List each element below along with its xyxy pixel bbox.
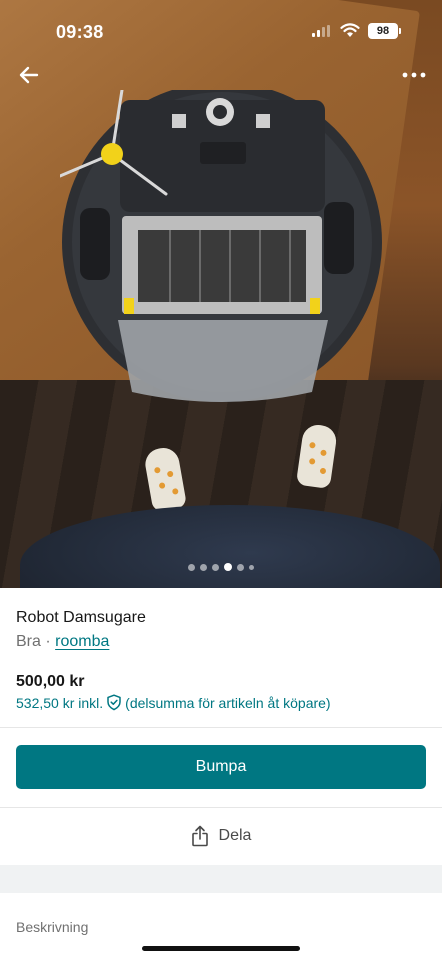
shield-check-icon	[107, 694, 121, 711]
pagination-dot[interactable]	[249, 564, 254, 570]
robot-vacuum-image	[60, 90, 382, 402]
home-indicator[interactable]	[142, 946, 300, 951]
item-condition: Bra	[16, 633, 41, 650]
item-title: Robot Damsugare	[16, 609, 146, 626]
divider	[0, 727, 442, 728]
share-icon	[191, 825, 208, 847]
more-horizontal-icon[interactable]	[400, 66, 428, 84]
item-brand-link[interactable]: roomba	[55, 633, 109, 650]
bump-button[interactable]: Bumpa	[16, 745, 426, 789]
arrow-left-icon[interactable]	[16, 62, 42, 88]
price-incl-note: (delsumma för artikeln åt köpare)	[125, 694, 331, 711]
battery-indicator: 98	[368, 23, 401, 39]
buyer-protection-price[interactable]: 532,50 kr inkl. (delsumma för artikeln å…	[16, 694, 331, 711]
status-bar: 09:38 98	[0, 0, 442, 56]
pagination-dot[interactable]	[188, 563, 195, 571]
photo-pagination	[0, 563, 442, 571]
item-subtitle: Bra · roomba	[16, 633, 109, 651]
item-price: 500,00 kr	[16, 673, 85, 690]
wifi-icon	[340, 23, 360, 37]
divider	[0, 807, 442, 808]
share-label: Dela	[218, 827, 252, 844]
section-separator	[0, 865, 442, 893]
share-button[interactable]: Dela	[0, 824, 442, 848]
subtitle-separator: ·	[40, 633, 56, 650]
pagination-dot-active[interactable]	[224, 563, 232, 571]
pagination-dot[interactable]	[237, 563, 244, 571]
pagination-dot[interactable]	[212, 563, 219, 571]
cellular-signal-icon	[312, 25, 330, 37]
pagination-dot[interactable]	[200, 563, 207, 571]
status-time: 09:38	[56, 22, 104, 42]
item-photo[interactable]	[0, 0, 442, 588]
description-heading: Beskrivning	[16, 919, 89, 935]
price-incl-value: 532,50 kr inkl.	[16, 694, 104, 711]
